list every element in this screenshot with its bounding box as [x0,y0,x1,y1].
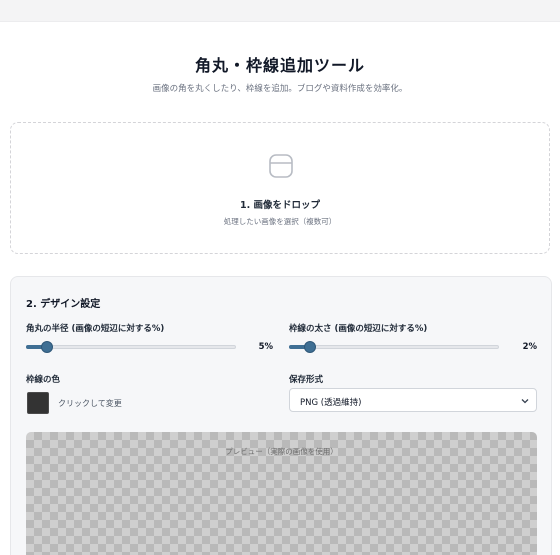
border-width-value: 2% [522,342,537,352]
image-frame-icon [269,154,293,178]
dropzone-title: 1. 画像をドロップ [239,200,321,211]
image-dropzone[interactable]: 1. 画像をドロップ 処理したい画像を選択（複数可） [10,122,550,254]
page-title: 角丸・枠線追加ツール [194,56,365,75]
dropzone-hint: 処理したい画像を選択（複数可） [223,217,337,226]
format-label: 保存形式 [289,375,324,385]
radius-value: 5% [258,342,273,352]
radius-slider-track [26,345,236,349]
page-subtitle: 画像の角を丸くしたり、枠線を追加。ブログや資料作成を効率化。 [152,84,408,94]
top-bar [0,0,560,22]
border-color-label: 枠線の色 [26,375,61,385]
preview-area: プレビュー（実際の画像を使用） [26,432,537,555]
chevron-down-icon [521,399,529,404]
design-settings-panel: 2. デザイン設定 角丸の半径 (画像の短辺に対する%) 5% 枠線の太さ (画… [10,276,552,555]
border-width-slider-track [289,345,499,349]
radius-slider-thumb[interactable] [41,341,53,353]
border-width-label: 枠線の太さ (画像の短辺に対する%) [289,324,428,334]
format-select[interactable]: PNG (透過維持) [289,388,537,412]
radius-label: 角丸の半径 (画像の短辺に対する%) [26,324,165,334]
radius-slider[interactable] [26,340,236,354]
border-color-swatch[interactable] [27,392,49,414]
border-color-hint[interactable]: クリックして変更 [58,398,122,409]
border-width-slider-thumb[interactable] [304,341,316,353]
settings-title: 2. デザイン設定 [26,299,101,310]
format-selected-value: PNG (透過維持) [300,398,362,408]
border-width-slider[interactable] [289,340,499,354]
preview-label: プレビュー（実際の画像を使用） [225,447,338,456]
